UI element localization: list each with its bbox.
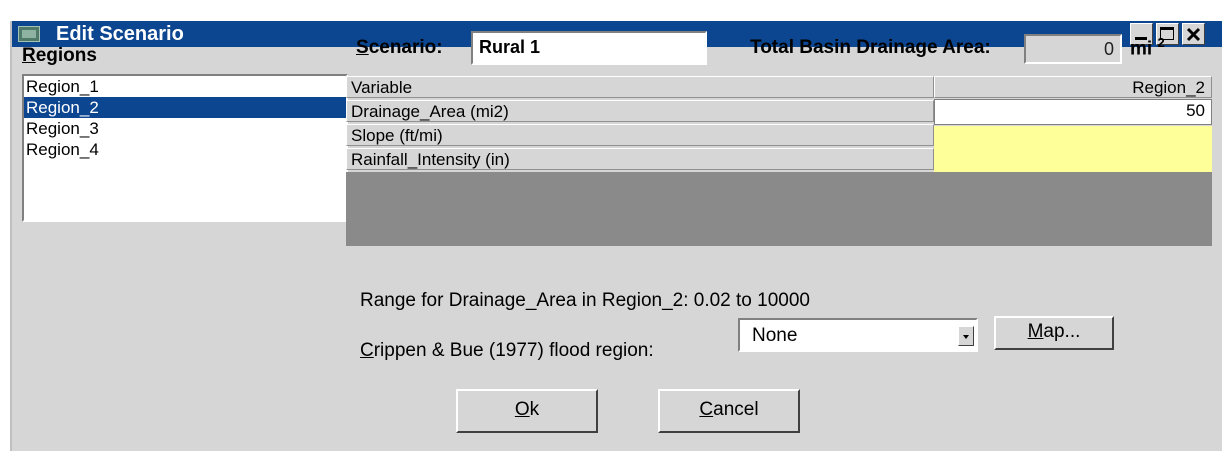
app-icon [18, 26, 40, 42]
row-label-slope: Slope (ft/mi) [346, 124, 934, 146]
list-item[interactable]: Region_2 [24, 97, 346, 118]
grid-header-region: Region_2 [934, 76, 1212, 98]
window-title: Edit Scenario [56, 23, 184, 45]
basin-area-unit: mi 2 [1130, 35, 1165, 60]
grid-header-variable: Variable [346, 76, 934, 98]
ok-button[interactable]: Ok [456, 389, 598, 433]
map-button[interactable]: Map... [994, 316, 1114, 350]
slope-value-cell[interactable] [934, 126, 1212, 152]
list-item[interactable]: Region_3 [24, 118, 346, 139]
close-icon [1186, 27, 1201, 42]
list-item[interactable]: Region_4 [24, 139, 346, 160]
regions-label: Regions [22, 45, 97, 66]
basin-area-field: 0 [1024, 34, 1122, 64]
regions-list[interactable]: Region_1 Region_2 Region_3 Region_4 [22, 74, 348, 222]
chevron-down-icon[interactable] [958, 326, 974, 346]
close-button[interactable] [1182, 23, 1205, 45]
flood-region-label: Crippen & Bue (1977) flood region: [360, 340, 654, 361]
flood-region-value: None [752, 325, 798, 346]
range-text: Range for Drainage_Area in Region_2: 0.0… [360, 290, 810, 311]
list-item[interactable]: Region_1 [24, 76, 346, 97]
row-label-rainfall: Rainfall_Intensity (in) [346, 148, 934, 170]
cancel-button[interactable]: Cancel [658, 389, 800, 433]
flood-region-select[interactable]: None [738, 318, 978, 352]
scenario-field[interactable]: Rural 1 [471, 31, 707, 65]
drainage-area-value-cell[interactable]: 50 [934, 99, 1212, 125]
grid-empty-area [346, 172, 1212, 246]
basin-area-label: Total Basin Drainage Area: [750, 37, 991, 58]
row-label-drainage: Drainage_Area (mi2) [346, 100, 934, 122]
scenario-label: Scenario: [356, 37, 443, 58]
